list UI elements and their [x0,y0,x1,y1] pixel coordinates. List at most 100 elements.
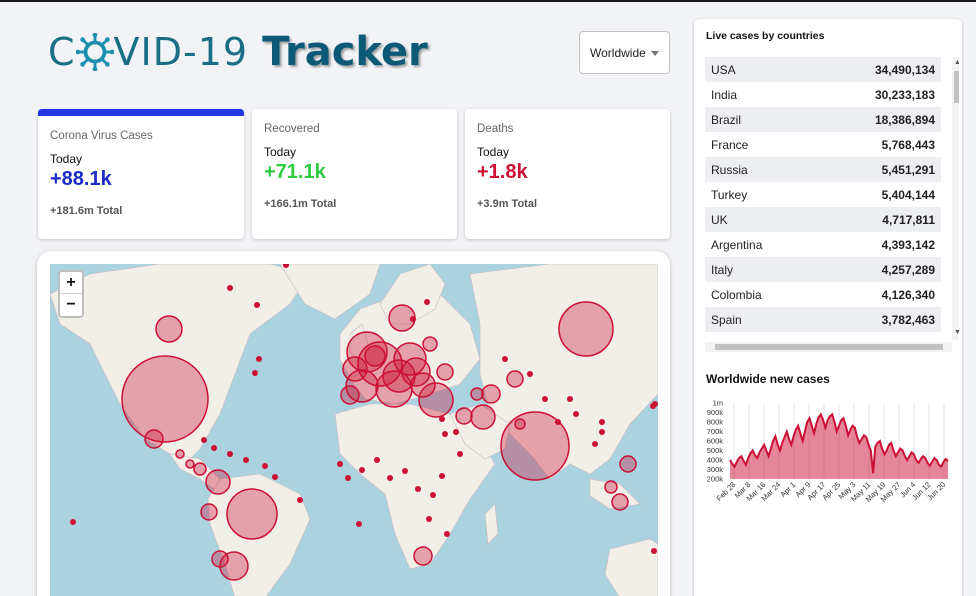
zoom-out-button[interactable]: − [60,294,82,316]
country-name: Spain [711,312,742,327]
table-vertical-scrollbar[interactable]: ▲ ▼ [952,57,959,340]
table-row[interactable]: Colombia 4,126,340 [705,282,941,307]
case-dot[interactable] [70,519,76,525]
card-today-label: Today [477,145,510,159]
case-dot[interactable] [650,403,656,409]
case-circle[interactable] [413,546,433,566]
scroll-up-icon[interactable]: ▲ [954,59,959,67]
case-dot[interactable] [410,316,416,322]
live-cases-table[interactable]: USA 34,490,134 India 30,233,183 Brazil 18,386… [705,57,959,355]
case-circle[interactable] [418,382,454,418]
table-row[interactable]: Argentina 4,393,142 [705,232,941,257]
case-dot[interactable] [424,299,430,305]
region-select[interactable]: Worldwide [579,31,670,74]
case-dot[interactable] [555,419,561,425]
case-dot[interactable] [457,451,463,457]
country-cases: 4,126,340 [881,287,935,302]
world-map-svg[interactable] [50,264,658,596]
case-circle[interactable] [481,384,501,404]
table-row[interactable]: Brazil 18,386,894 [705,107,941,132]
case-circle[interactable] [422,336,438,352]
case-dot[interactable] [439,473,445,479]
case-dot[interactable] [453,429,459,435]
case-dot[interactable] [252,370,258,376]
table-row[interactable]: Russia 5,451,291 [705,157,941,182]
case-dot[interactable] [345,475,351,481]
case-dot[interactable] [426,516,432,522]
case-circle[interactable] [506,370,524,388]
scrollbar-thumb[interactable] [954,71,959,103]
case-circle[interactable] [455,407,473,425]
case-circle[interactable] [205,469,231,495]
case-dot[interactable] [599,429,605,435]
case-circle[interactable] [619,455,637,473]
case-circle[interactable] [200,503,218,521]
case-circle[interactable] [342,356,368,382]
case-dot[interactable] [337,461,343,467]
chart-x-axis: Feb 28Mar 8Mar 16Mar 24Apr 1Apr 9Apr 17A… [715,480,948,504]
case-dot[interactable] [387,475,393,481]
case-dot[interactable] [542,396,548,402]
case-dot[interactable] [356,521,362,527]
case-dot[interactable] [402,468,408,474]
case-circle[interactable] [340,385,360,405]
case-dot[interactable] [502,356,508,362]
case-dot[interactable] [599,419,605,425]
case-circle[interactable] [436,363,454,381]
table-row[interactable]: Italy 4,257,289 [705,257,941,282]
table-row[interactable]: UK 4,717,811 [705,207,941,232]
case-dot[interactable] [297,497,303,503]
case-circle[interactable] [175,449,185,459]
table-row[interactable]: France 5,768,443 [705,132,941,157]
case-dot[interactable] [573,411,579,417]
case-dot[interactable] [374,457,380,463]
case-circle[interactable] [470,387,484,401]
case-circle[interactable] [185,459,195,469]
case-dot[interactable] [262,463,268,469]
scroll-down-icon[interactable]: ▼ [954,329,959,337]
map-zoom-control: + − [58,270,84,318]
world-map[interactable] [50,264,658,596]
case-circle[interactable] [155,315,183,343]
case-dot[interactable] [243,457,249,463]
country-name: India [711,87,738,102]
case-dot[interactable] [442,431,448,437]
case-dot[interactable] [415,486,421,492]
case-dot[interactable] [272,474,278,480]
table-row[interactable]: USA 34,490,134 [705,57,941,82]
table-row[interactable]: Spain 3,782,463 [705,307,941,332]
table-horizontal-scrollbar[interactable] [705,342,952,352]
case-dot[interactable] [527,371,533,377]
case-circle[interactable] [121,355,209,443]
case-dot[interactable] [227,451,233,457]
case-circle[interactable] [219,551,249,581]
case-dot[interactable] [256,356,262,362]
case-dot[interactable] [211,445,217,451]
case-circle[interactable] [604,480,618,494]
deaths-card[interactable]: Deaths Today +1.8k +3.9m Total [465,109,670,239]
case-circle[interactable] [226,488,278,540]
case-dot[interactable] [430,492,436,498]
case-circle[interactable] [144,429,164,449]
case-circle[interactable] [558,301,614,357]
recovered-card[interactable]: Recovered Today +71.1k +166.1m Total [252,109,457,239]
case-circle[interactable] [611,493,629,511]
scrollbar-thumb[interactable] [715,344,943,350]
table-row[interactable]: India 30,233,183 [705,82,941,107]
case-dot[interactable] [254,302,260,308]
case-dot[interactable] [567,396,573,402]
cases-card[interactable]: Corona Virus Cases Today +88.1k +181.6m … [38,109,244,239]
case-circle[interactable] [514,418,526,430]
case-circle[interactable] [193,462,207,476]
case-dot[interactable] [227,285,233,291]
table-row[interactable]: Turkey 5,404,144 [705,182,941,207]
case-dot[interactable] [201,437,207,443]
zoom-in-button[interactable]: + [60,272,82,294]
case-dot[interactable] [592,441,598,447]
case-dot[interactable] [359,467,365,473]
case-circle[interactable] [364,345,386,367]
case-dot[interactable] [444,531,450,537]
case-dot[interactable] [439,416,445,422]
case-dot[interactable] [651,548,657,554]
case-circle[interactable] [470,404,496,430]
